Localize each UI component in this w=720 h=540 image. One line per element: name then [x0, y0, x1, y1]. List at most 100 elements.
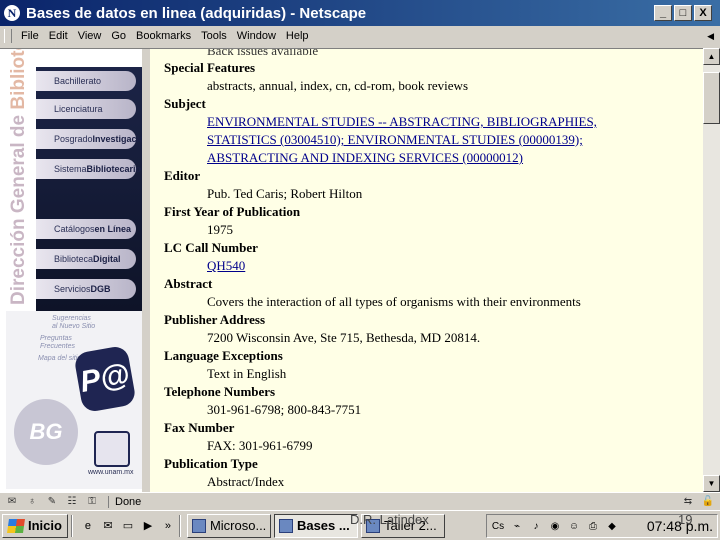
field-label: Subject	[164, 96, 206, 111]
sugerencias-link[interactable]: Sugerencias al Nuevo Sitio	[52, 315, 95, 331]
windows-logo-icon	[7, 518, 25, 533]
menu-edit[interactable]: Edit	[44, 30, 73, 42]
start-button[interactable]: Inicio	[2, 513, 68, 538]
field-label: First Year of Publication	[164, 204, 301, 219]
preguntas-link[interactable]: Preguntas Frecuentes	[40, 335, 75, 351]
addressbook-icon[interactable]: ☷	[64, 496, 80, 508]
window-title-bar[interactable]: N Bases de datos en linea (adquiridas) -…	[0, 0, 720, 26]
unam-url-link[interactable]: www.unam.mx	[88, 469, 134, 476]
slide-footer: D.R. Latindex	[350, 512, 429, 527]
mail-icon[interactable]: ✉	[4, 496, 20, 508]
menu-window[interactable]: Window	[232, 30, 281, 42]
menu-bar: File Edit View Go Bookmarks Tools Window…	[0, 26, 720, 46]
outlook-icon[interactable]: ✉	[100, 518, 116, 534]
tray-volume-icon[interactable]: ♪	[528, 518, 544, 534]
start-label: Inicio	[28, 518, 62, 533]
field-value: 7200 Wisconsin Ave, Ste 715, Bethesda, M…	[207, 330, 481, 345]
scroll-up-icon[interactable]: ▲	[703, 48, 720, 65]
browser-content: Dirección General de Bibliotecas Bachill…	[0, 48, 703, 492]
menu-tools[interactable]: Tools	[196, 30, 232, 42]
menu-scroll-arrow-icon[interactable]: ◀	[707, 31, 714, 42]
more-quicklaunch-icon[interactable]: »	[160, 518, 176, 534]
netscape-icon: N	[4, 5, 20, 21]
field-value: Covers the interaction of all types of o…	[207, 294, 581, 309]
sidebar-item-sistema[interactable]: Sistema Bibliotecario	[36, 159, 141, 179]
field-label: Editor	[164, 168, 201, 183]
sidebar-item-biblioteca-digital[interactable]: Biblioteca Digital	[36, 249, 136, 269]
field-label: Publisher Address	[164, 312, 266, 327]
field-label: Fax Number	[164, 420, 235, 435]
sidebar-title-part-a: Dirección General de	[8, 109, 29, 305]
field-link[interactable]: QH540	[207, 258, 245, 273]
tray-messenger-icon[interactable]: ☺	[566, 518, 582, 534]
field-label: Special Features	[164, 60, 256, 75]
menu-grip-icon[interactable]	[4, 29, 12, 43]
field-label: Publication Type	[164, 456, 258, 471]
journal-record: Back issues available Special Features ab…	[164, 49, 694, 491]
tray-printer-icon[interactable]: ⎙	[585, 518, 601, 534]
clipped-line: Back issues available	[207, 49, 319, 58]
record-fields: Special Features abstracts, annual, index…	[164, 59, 694, 491]
vertical-scrollbar[interactable]: ▲ ▼	[703, 48, 720, 492]
security-icon[interactable]: ⚿	[84, 496, 100, 508]
close-button[interactable]: X	[694, 5, 712, 21]
pa-logo-icon[interactable]: P@	[73, 344, 137, 414]
taskbar-separator	[70, 514, 73, 537]
menu-view[interactable]: View	[73, 30, 107, 42]
status-text: Done	[108, 495, 141, 508]
powerpoint-icon	[191, 518, 206, 533]
sidebar-item-bachillerato[interactable]: Bachillerato	[36, 71, 136, 91]
field-value: 301-961-6798; 800-843-7751	[207, 402, 362, 417]
field-value: ENVIRONMENTAL STUDIES -- ABSTRACTING, BI…	[164, 113, 694, 131]
sidebar-title-part-b: Bibliotecas	[8, 49, 29, 110]
netscape-task-icon	[278, 518, 293, 533]
window-title: Bases de datos en linea (adquiridas) - N…	[26, 4, 367, 22]
desktop-icon[interactable]: ▭	[120, 518, 136, 534]
record-page: Back issues available Special Features ab…	[150, 49, 703, 492]
library-sidebar: Dirección General de Bibliotecas Bachill…	[0, 49, 142, 492]
tray-network-icon[interactable]: ⌁	[509, 518, 525, 534]
menu-bookmarks[interactable]: Bookmarks	[131, 30, 196, 42]
sidebar-nav: Bachillerato Licenciatura Posgrado Invest…	[36, 67, 142, 325]
field-label: LC Call Number	[164, 240, 258, 255]
dgb-logo-icon[interactable]: BG	[14, 399, 78, 465]
menu-go[interactable]: Go	[106, 30, 131, 42]
sidebar-vertical-title: Dirección General de Bibliotecas	[8, 49, 32, 305]
sidebar-item-servicios[interactable]: Servicios DGB	[36, 279, 136, 299]
tray-antivirus-icon[interactable]: ◉	[547, 518, 563, 534]
taskbar-separator-2	[178, 514, 181, 537]
menu-file[interactable]: File	[16, 30, 44, 42]
scroll-down-icon[interactable]: ▼	[703, 475, 720, 492]
ie-icon[interactable]: e	[80, 518, 96, 534]
field-value: Pub. Ted Caris; Robert Hilton	[207, 186, 363, 201]
field-label: Language Exceptions	[164, 348, 283, 363]
tray-shield-icon[interactable]: ◆	[604, 518, 620, 534]
field-value: ABSTRACTING AND INDEXING SERVICES (00000…	[164, 149, 694, 167]
sidebar-item-licenciatura[interactable]: Licenciatura	[36, 99, 136, 119]
composer-icon[interactable]: ✎	[44, 496, 60, 508]
tray-cs-icon[interactable]: Cs	[490, 518, 506, 534]
navigator-icon[interactable]: ♁	[24, 496, 40, 508]
scroll-thumb[interactable]	[703, 72, 720, 124]
field-value: abstracts, annual, index, cn, cd-rom, bo…	[207, 78, 469, 93]
field-label: Telephone Numbers	[164, 384, 276, 399]
task-microsoft[interactable]: Microso...	[186, 513, 271, 538]
task-bases[interactable]: Bases ...	[273, 513, 358, 538]
field-value: Abstract/Index	[207, 474, 285, 489]
status-bar: ✉ ♁ ✎ ☷ ⚿ Done ⇆ 🔓	[0, 492, 720, 510]
field-value: 1975	[207, 222, 233, 237]
field-link[interactable]: ENVIRONMENTAL STUDIES -- ABSTRACTING, BI…	[207, 114, 597, 129]
field-value: FAX: 301-961-6799	[207, 438, 313, 453]
sidebar-item-posgrado[interactable]: PosgradoInvestigación	[36, 129, 142, 149]
minimize-button[interactable]: _	[654, 5, 672, 21]
online-status-icon[interactable]: ⇆	[680, 496, 696, 508]
field-link[interactable]: ABSTRACTING AND INDEXING SERVICES (00000…	[207, 150, 523, 165]
menu-help[interactable]: Help	[281, 30, 314, 42]
media-icon[interactable]: ▶	[140, 518, 156, 534]
field-value: QH540	[164, 257, 694, 275]
sidebar-item-catalogos[interactable]: Catálogos en Línea	[36, 219, 136, 239]
field-link[interactable]: STATISTICS (03004510); ENVIRONMENTAL STU…	[207, 132, 583, 147]
maximize-button[interactable]: □	[674, 5, 692, 21]
unam-seal-icon[interactable]	[94, 431, 130, 467]
lock-icon[interactable]: 🔓	[700, 496, 716, 508]
